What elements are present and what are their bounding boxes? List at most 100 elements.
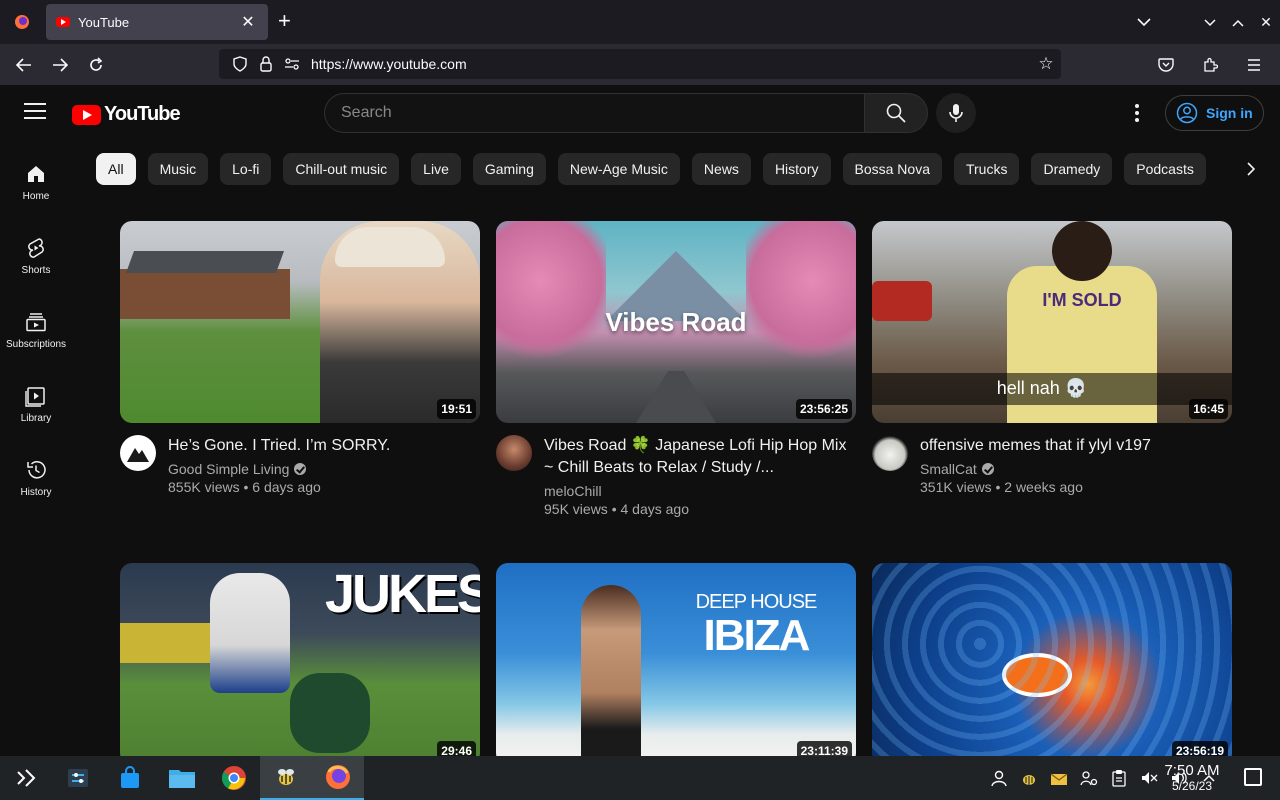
- sidebar-item-home[interactable]: Home: [0, 141, 72, 215]
- video-card[interactable]: Vibes Road 23:56:25 Vibes Road 🍀 Japanes…: [496, 221, 856, 517]
- app-menu-icon[interactable]: [1236, 47, 1272, 83]
- tray-mail-icon[interactable]: [1048, 767, 1070, 789]
- channel-name[interactable]: meloChill: [544, 483, 602, 499]
- sign-in-button[interactable]: Sign in: [1165, 95, 1264, 131]
- video-card[interactable]: 23:56:19: [872, 563, 1232, 765]
- user-switcher-icon[interactable]: [988, 767, 1010, 789]
- video-thumbnail[interactable]: Vibes Road 23:56:25: [496, 221, 856, 423]
- chip-podcasts[interactable]: Podcasts: [1124, 153, 1206, 185]
- maximize-window-icon[interactable]: [1224, 15, 1252, 30]
- close-window-icon[interactable]: ✕: [1252, 14, 1280, 31]
- browser-tab-youtube[interactable]: YouTube ✕: [46, 4, 268, 40]
- chip-news[interactable]: News: [691, 153, 751, 185]
- video-thumbnail[interactable]: 19:51: [120, 221, 480, 423]
- channel-avatar[interactable]: [496, 435, 532, 471]
- chip-trucks[interactable]: Trucks: [953, 153, 1020, 185]
- browser-nav-bar: https://www.youtube.com ☆: [0, 44, 1280, 85]
- close-tab-icon[interactable]: ✕: [238, 12, 258, 32]
- video-title[interactable]: Vibes Road 🍀 Japanese Lofi Hip Hop Mix ~…: [544, 435, 856, 479]
- video-card[interactable]: JUKES 29:46: [120, 563, 480, 765]
- tray-network-icon[interactable]: [1078, 767, 1100, 789]
- verified-badge-icon: [981, 463, 994, 475]
- video-card[interactable]: I'M SOLD hell nah 💀 16:45 offensive meme…: [872, 221, 1232, 495]
- tray-bee-icon[interactable]: [1018, 767, 1040, 789]
- channel-name[interactable]: Good Simple Living: [168, 461, 289, 477]
- tracking-protection-shield-icon[interactable]: [227, 54, 253, 74]
- application-launcher-button[interactable]: [0, 756, 52, 800]
- taskbar-settings-app[interactable]: [52, 756, 104, 800]
- youtube-logo[interactable]: YouTube: [72, 103, 181, 126]
- chip-new-age-music[interactable]: New-Age Music: [557, 153, 680, 185]
- permissions-icon[interactable]: [279, 54, 305, 74]
- sign-in-label: Sign in: [1206, 105, 1253, 121]
- clipboard-icon[interactable]: [1108, 767, 1130, 789]
- search-button[interactable]: [864, 93, 928, 133]
- digital-clock[interactable]: 7:50 AM 5/26/23: [1152, 762, 1232, 793]
- video-stats: 855K views • 6 days ago: [168, 479, 321, 495]
- reload-button[interactable]: [78, 47, 114, 83]
- back-button[interactable]: [6, 47, 42, 83]
- sidebar-item-history[interactable]: History: [0, 437, 72, 511]
- guide-menu-icon[interactable]: [24, 103, 46, 121]
- channel-avatar[interactable]: [120, 435, 156, 471]
- chip-live[interactable]: Live: [411, 153, 461, 185]
- list-all-tabs-icon[interactable]: [1122, 15, 1166, 30]
- video-title[interactable]: offensive memes that if ylyl v197: [920, 435, 1232, 457]
- verified-badge-icon: [294, 463, 307, 475]
- address-bar[interactable]: https://www.youtube.com ☆: [219, 49, 1061, 79]
- sidebar-item-shorts[interactable]: Shorts: [0, 215, 72, 289]
- bookmark-star-icon[interactable]: ☆: [1031, 54, 1061, 74]
- video-thumbnail[interactable]: I'M SOLD hell nah 💀 16:45: [872, 221, 1232, 423]
- subscriptions-icon: [26, 313, 46, 332]
- thumbnail-overlay-text: JUKES: [325, 564, 480, 624]
- taskbar-discover-app[interactable]: [104, 756, 156, 800]
- chips-next-button[interactable]: [1236, 153, 1266, 185]
- firefox-icon: [15, 15, 29, 29]
- chip-dramedy[interactable]: Dramedy: [1031, 153, 1113, 185]
- taskbar-file-manager-app[interactable]: [156, 756, 208, 800]
- new-tab-button[interactable]: +: [278, 10, 291, 32]
- os-taskbar: 7:50 AM 5/26/23: [0, 756, 1280, 800]
- channel-avatar[interactable]: [872, 435, 908, 471]
- sidebar-item-library[interactable]: Library: [0, 363, 72, 437]
- chip-lofi[interactable]: Lo-fi: [220, 153, 272, 185]
- video-title[interactable]: He’s Gone. I Tried. I’m SORRY.: [168, 435, 480, 457]
- url-text: https://www.youtube.com: [311, 56, 467, 72]
- channel-name[interactable]: SmallCat: [920, 461, 977, 477]
- settings-more-icon[interactable]: [1128, 101, 1146, 125]
- chip-history[interactable]: History: [762, 153, 831, 185]
- chip-all[interactable]: All: [96, 153, 136, 185]
- forward-button[interactable]: [42, 47, 78, 83]
- video-duration: 16:45: [1189, 399, 1228, 419]
- video-stats: 95K views • 4 days ago: [544, 501, 689, 517]
- chip-bossa-nova[interactable]: Bossa Nova: [842, 153, 942, 185]
- chip-chill-out-music[interactable]: Chill-out music: [283, 153, 400, 185]
- video-card[interactable]: 19:51 He’s Gone. I Tried. I’m SORRY. Goo…: [120, 221, 480, 495]
- show-desktop-button[interactable]: [1244, 768, 1262, 786]
- chip-gaming[interactable]: Gaming: [472, 153, 546, 185]
- sidebar-item-subscriptions[interactable]: Subscriptions: [0, 289, 72, 363]
- video-card[interactable]: DEEP HOUSE IBIZA 23:11:39: [496, 563, 856, 765]
- minimize-window-icon[interactable]: [1196, 15, 1224, 30]
- system-settings-icon: [68, 769, 88, 787]
- taskbar-chrome-app[interactable]: [208, 756, 260, 800]
- video-thumbnail[interactable]: 23:56:19: [872, 563, 1232, 765]
- back-arrow-icon: [16, 57, 31, 72]
- taskbar-firefox-app[interactable]: [312, 756, 364, 800]
- lock-icon[interactable]: [253, 54, 279, 74]
- video-thumbnail[interactable]: DEEP HOUSE IBIZA 23:11:39: [496, 563, 856, 765]
- voice-search-button[interactable]: [936, 93, 976, 133]
- sidebar-item-label: Library: [20, 413, 52, 424]
- video-thumbnail[interactable]: JUKES 29:46: [120, 563, 480, 765]
- video-duration: 23:56:25: [795, 399, 852, 419]
- extensions-icon[interactable]: [1192, 47, 1228, 83]
- browser-tab-bar: YouTube ✕ + ✕: [0, 0, 1280, 44]
- search-input[interactable]: [324, 93, 864, 133]
- thumbnail-overlay-text: IBIZA: [703, 611, 811, 660]
- sidebar-item-label: Home: [22, 191, 50, 202]
- firefox-icon: [326, 765, 350, 789]
- chip-music[interactable]: Music: [147, 153, 209, 185]
- pocket-icon[interactable]: [1148, 47, 1184, 83]
- firefox-view-button[interactable]: [0, 0, 44, 44]
- taskbar-bee-app[interactable]: [260, 756, 312, 800]
